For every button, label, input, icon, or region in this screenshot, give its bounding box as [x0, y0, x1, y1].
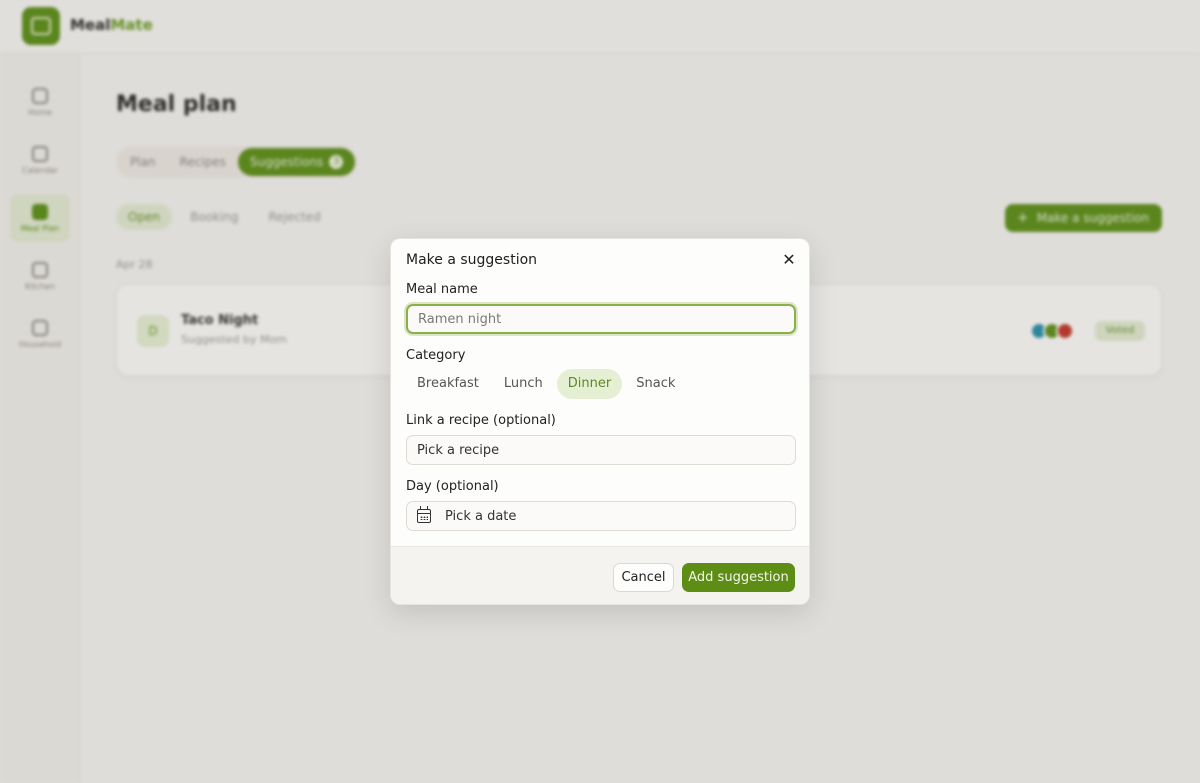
meal-name-input[interactable]: Ramen night: [406, 304, 796, 334]
meal-name-placeholder: Ramen night: [418, 311, 502, 327]
make-suggestion-dialog: Make a suggestion ✕ Meal name Ramen nigh…: [390, 238, 810, 605]
recipe-picker[interactable]: Pick a recipe: [406, 435, 796, 465]
dialog-title: Make a suggestion: [406, 252, 538, 268]
calendar-icon: [417, 506, 431, 523]
meal-name-label: Meal name: [406, 282, 478, 297]
category-snack[interactable]: Snack: [625, 369, 686, 399]
category-dinner[interactable]: Dinner: [556, 369, 623, 399]
category-selector: Breakfast Lunch Dinner Snack: [406, 369, 686, 399]
add-suggestion-button[interactable]: Add suggestion: [682, 563, 795, 592]
recipe-label: Link a recipe (optional): [406, 413, 556, 428]
date-picker[interactable]: Pick a date: [406, 501, 796, 531]
category-label: Category: [406, 348, 466, 363]
date-placeholder: Pick a date: [445, 508, 517, 524]
category-breakfast[interactable]: Breakfast: [406, 369, 490, 399]
day-label: Day (optional): [406, 479, 499, 494]
recipe-placeholder: Pick a recipe: [417, 442, 500, 458]
cancel-button[interactable]: Cancel: [613, 563, 674, 592]
close-icon[interactable]: ✕: [780, 251, 798, 269]
dialog-footer: Cancel Add suggestion: [391, 546, 809, 604]
category-lunch[interactable]: Lunch: [493, 369, 554, 399]
